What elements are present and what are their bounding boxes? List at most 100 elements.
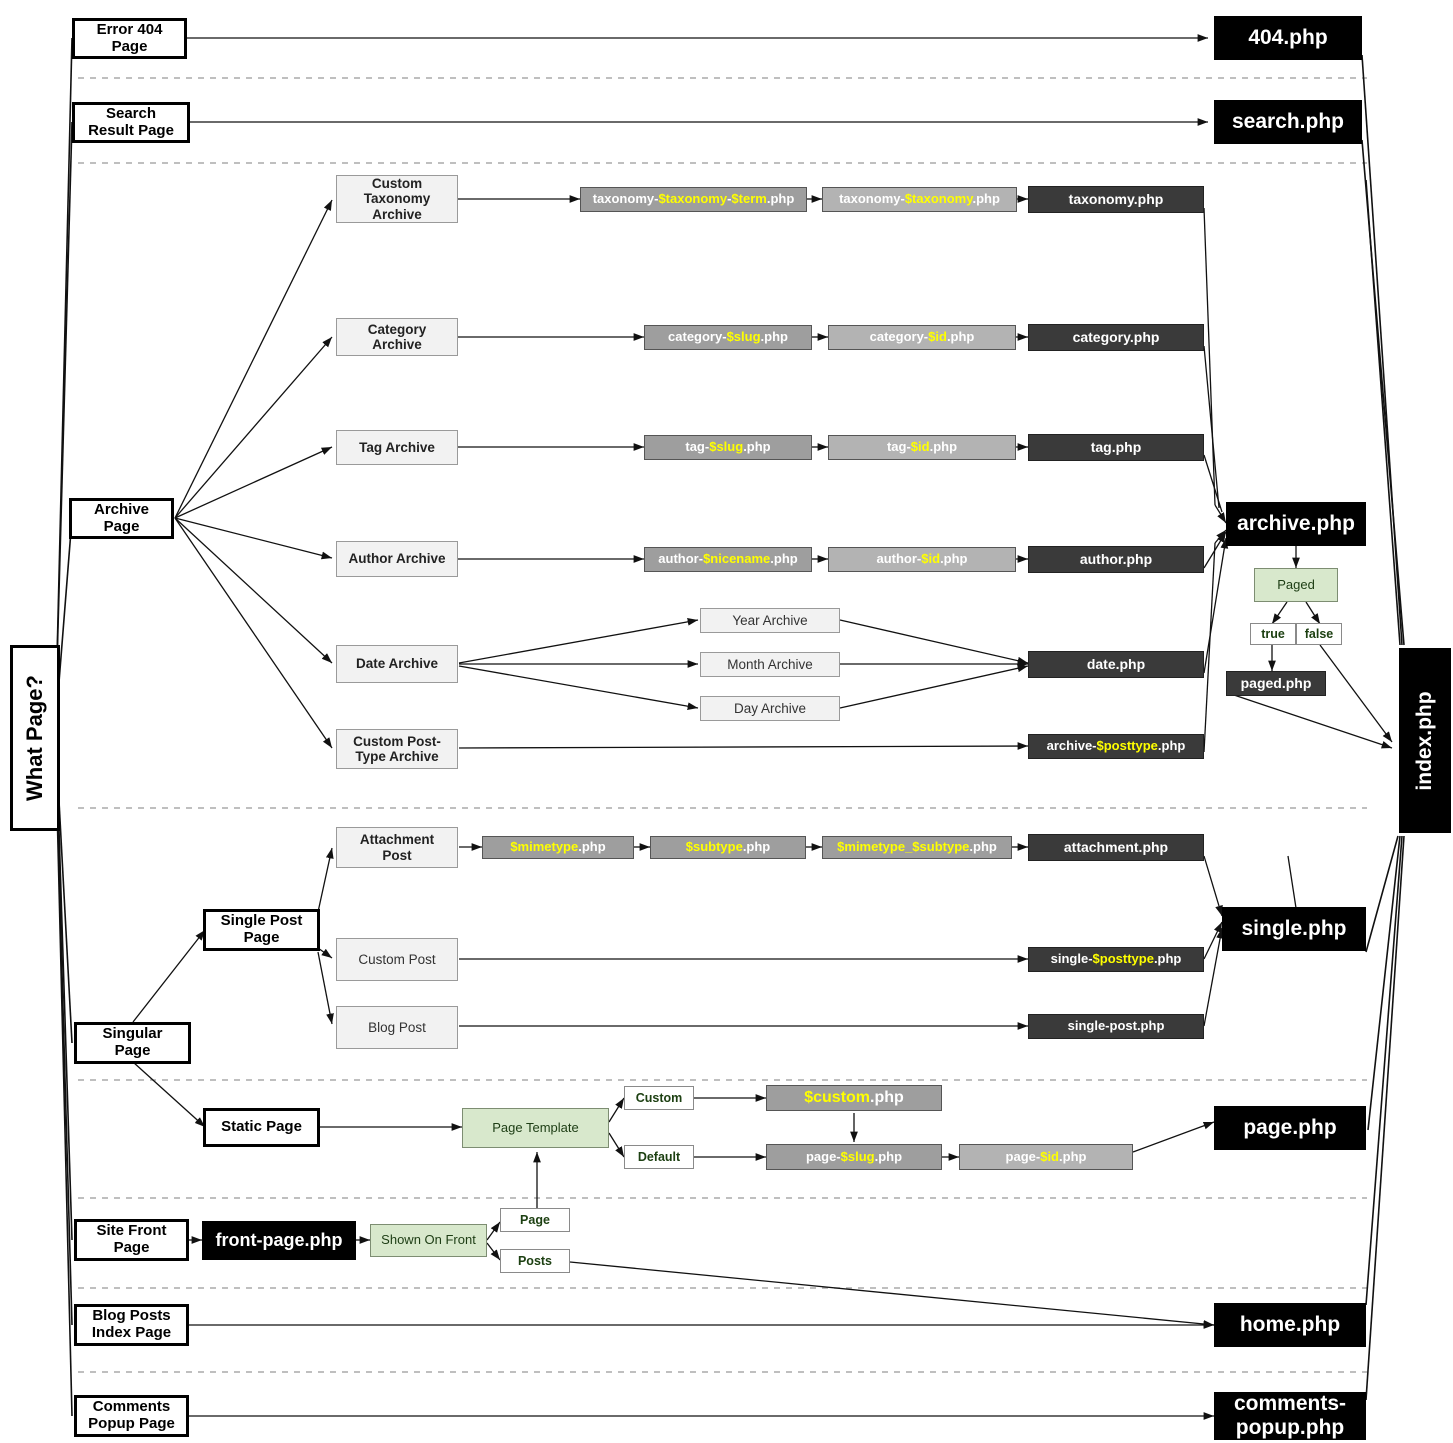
root-label-text: What Page? bbox=[22, 675, 47, 801]
page-type-error-404-label: Error 404 Page bbox=[96, 20, 163, 55]
decision-front-page-label: Page bbox=[520, 1213, 550, 1227]
template-date-php[interactable]: date.php bbox=[1028, 651, 1204, 678]
template-mimetype-subtype-label: $mimetype_$subtype.php bbox=[837, 839, 997, 855]
branch-custom-post-label: Custom Post bbox=[358, 951, 436, 967]
branch-tag-archive[interactable]: Tag Archive bbox=[336, 430, 458, 465]
page-type-static-page[interactable]: Static Page bbox=[203, 1108, 320, 1147]
template-tag-id[interactable]: tag-$id.php bbox=[828, 435, 1016, 460]
decision-page-template-label: Page Template bbox=[492, 1119, 579, 1135]
template-attachment-php[interactable]: attachment.php bbox=[1028, 834, 1204, 861]
page-type-single-post[interactable]: Single Post Page bbox=[203, 909, 320, 951]
branch-day-archive[interactable]: Day Archive bbox=[700, 696, 840, 721]
decision-paged-false[interactable]: false bbox=[1296, 623, 1342, 645]
final-comments-popup-php[interactable]: comments- popup.php bbox=[1214, 1392, 1366, 1440]
template-category-id-label: category-$id.php bbox=[869, 329, 975, 345]
final-404-php[interactable]: 404.php bbox=[1214, 16, 1362, 60]
decision-paged[interactable]: Paged bbox=[1254, 568, 1338, 602]
template-mimetype-subtype[interactable]: $mimetype_$subtype.php bbox=[822, 836, 1012, 859]
template-taxonomy-taxonomy[interactable]: taxonomy-$taxonomy.php bbox=[822, 187, 1017, 212]
decision-template-custom-label: Custom bbox=[635, 1091, 683, 1105]
template-front-page-php[interactable]: front-page.php bbox=[202, 1221, 356, 1260]
branch-category-archive[interactable]: Category Archive bbox=[336, 318, 458, 356]
page-type-blog-index-label: Blog Posts Index Page bbox=[91, 1307, 172, 1341]
template-page-slug[interactable]: page-$slug.php bbox=[766, 1144, 942, 1170]
decision-paged-true-label: true bbox=[1261, 627, 1285, 641]
template-category-slug[interactable]: category-$slug.php bbox=[644, 325, 812, 350]
template-category-php[interactable]: category.php bbox=[1028, 324, 1204, 351]
final-single-php[interactable]: single.php bbox=[1222, 907, 1366, 951]
template-author-nicename-label: author-$nicename.php bbox=[658, 551, 798, 567]
decision-paged-true[interactable]: true bbox=[1250, 623, 1296, 645]
page-type-blog-index[interactable]: Blog Posts Index Page bbox=[74, 1304, 189, 1346]
decision-template-default-label: Default bbox=[637, 1150, 681, 1164]
template-subtype[interactable]: $subtype.php bbox=[650, 836, 806, 859]
template-page-id[interactable]: page-$id.php bbox=[959, 1144, 1133, 1170]
template-mimetype[interactable]: $mimetype.php bbox=[482, 836, 634, 859]
index-php-text: index.php bbox=[1413, 690, 1436, 791]
final-search-php[interactable]: search.php bbox=[1214, 100, 1362, 144]
branch-month-archive-label: Month Archive bbox=[727, 656, 813, 672]
decision-front-page[interactable]: Page bbox=[500, 1208, 570, 1232]
decision-shown-on-front[interactable]: Shown On Front bbox=[370, 1224, 487, 1257]
page-type-search-result[interactable]: Search Result Page bbox=[72, 102, 190, 143]
template-single-post-php[interactable]: single-post.php bbox=[1028, 1014, 1204, 1039]
final-404-php-label: 404.php bbox=[1248, 26, 1328, 50]
template-category-php-label: category.php bbox=[1072, 328, 1160, 345]
page-type-singular-label: Singular Page bbox=[102, 1025, 163, 1059]
branch-author-archive-label: Author Archive bbox=[348, 551, 446, 567]
branch-author-archive[interactable]: Author Archive bbox=[336, 541, 458, 577]
template-archive-posttype-label: archive-$posttype.php bbox=[1046, 738, 1186, 754]
page-type-site-front[interactable]: Site Front Page bbox=[74, 1219, 189, 1261]
template-single-posttype[interactable]: single-$posttype.php bbox=[1028, 947, 1204, 972]
page-type-error-404[interactable]: Error 404 Page bbox=[72, 18, 187, 59]
page-type-singular[interactable]: Singular Page bbox=[74, 1022, 191, 1064]
decision-paged-label: Paged bbox=[1277, 576, 1315, 592]
page-type-comments-popup[interactable]: Comments Popup Page bbox=[74, 1395, 189, 1437]
final-archive-php[interactable]: archive.php bbox=[1226, 502, 1366, 546]
template-author-nicename[interactable]: author-$nicename.php bbox=[644, 547, 812, 572]
branch-blog-post-label: Blog Post bbox=[368, 1019, 426, 1035]
page-type-archive-label: Archive Page bbox=[93, 500, 150, 535]
final-page-php-label: page.php bbox=[1243, 1116, 1337, 1140]
branch-date-archive[interactable]: Date Archive bbox=[336, 645, 458, 683]
branch-attachment-post[interactable]: Attachment Post bbox=[336, 827, 458, 868]
template-attachment-php-label: attachment.php bbox=[1063, 838, 1169, 855]
template-tag-slug[interactable]: tag-$slug.php bbox=[644, 435, 812, 460]
template-page-slug-label: page-$slug.php bbox=[805, 1148, 903, 1164]
template-category-id[interactable]: category-$id.php bbox=[828, 325, 1016, 350]
branch-custom-post-type-archive-label: Custom Post- Type Archive bbox=[353, 733, 441, 764]
template-hierarchy-diagram: What Page? index.php Error 404 Page Sear… bbox=[0, 0, 1453, 1443]
decision-front-posts[interactable]: Posts bbox=[500, 1249, 570, 1273]
template-author-id[interactable]: author-$id.php bbox=[828, 547, 1016, 572]
template-taxonomy-php-label: taxonomy.php bbox=[1068, 190, 1164, 207]
template-tag-slug-label: tag-$slug.php bbox=[685, 439, 771, 455]
branch-custom-post[interactable]: Custom Post bbox=[336, 938, 458, 981]
final-home-php-label: home.php bbox=[1239, 1313, 1341, 1337]
final-single-php-label: single.php bbox=[1241, 917, 1347, 941]
template-taxonomy-php[interactable]: taxonomy.php bbox=[1028, 186, 1204, 213]
template-single-post-php-label: single-post.php bbox=[1067, 1018, 1165, 1034]
template-paged-php[interactable]: paged.php bbox=[1226, 671, 1326, 696]
branch-month-archive[interactable]: Month Archive bbox=[700, 652, 840, 677]
page-type-archive[interactable]: Archive Page bbox=[69, 498, 174, 539]
branch-custom-post-type-archive[interactable]: Custom Post- Type Archive bbox=[336, 729, 458, 769]
final-search-php-label: search.php bbox=[1231, 110, 1345, 134]
template-author-id-label: author-$id.php bbox=[876, 551, 968, 567]
template-author-php[interactable]: author.php bbox=[1028, 546, 1204, 573]
decision-template-default[interactable]: Default bbox=[624, 1145, 694, 1169]
template-archive-posttype[interactable]: archive-$posttype.php bbox=[1028, 734, 1204, 759]
root-what-page-label: What Page? bbox=[10, 645, 60, 831]
page-type-static-page-label: Static Page bbox=[221, 1118, 302, 1136]
final-archive-php-label: archive.php bbox=[1237, 512, 1355, 536]
template-taxonomy-taxonomy-term[interactable]: taxonomy-$taxonomy-$term.php bbox=[580, 187, 807, 212]
branch-blog-post[interactable]: Blog Post bbox=[336, 1006, 458, 1049]
branch-custom-taxonomy-archive[interactable]: Custom Taxonomy Archive bbox=[336, 175, 458, 223]
final-page-php[interactable]: page.php bbox=[1214, 1106, 1366, 1150]
template-tag-php[interactable]: tag.php bbox=[1028, 434, 1204, 461]
branch-year-archive[interactable]: Year Archive bbox=[700, 608, 840, 633]
decision-template-custom[interactable]: Custom bbox=[624, 1086, 694, 1110]
template-custom-php[interactable]: $custom.php bbox=[766, 1085, 942, 1111]
page-type-single-post-label: Single Post Page bbox=[220, 912, 303, 946]
decision-page-template[interactable]: Page Template bbox=[462, 1108, 609, 1148]
final-home-php[interactable]: home.php bbox=[1214, 1303, 1366, 1347]
